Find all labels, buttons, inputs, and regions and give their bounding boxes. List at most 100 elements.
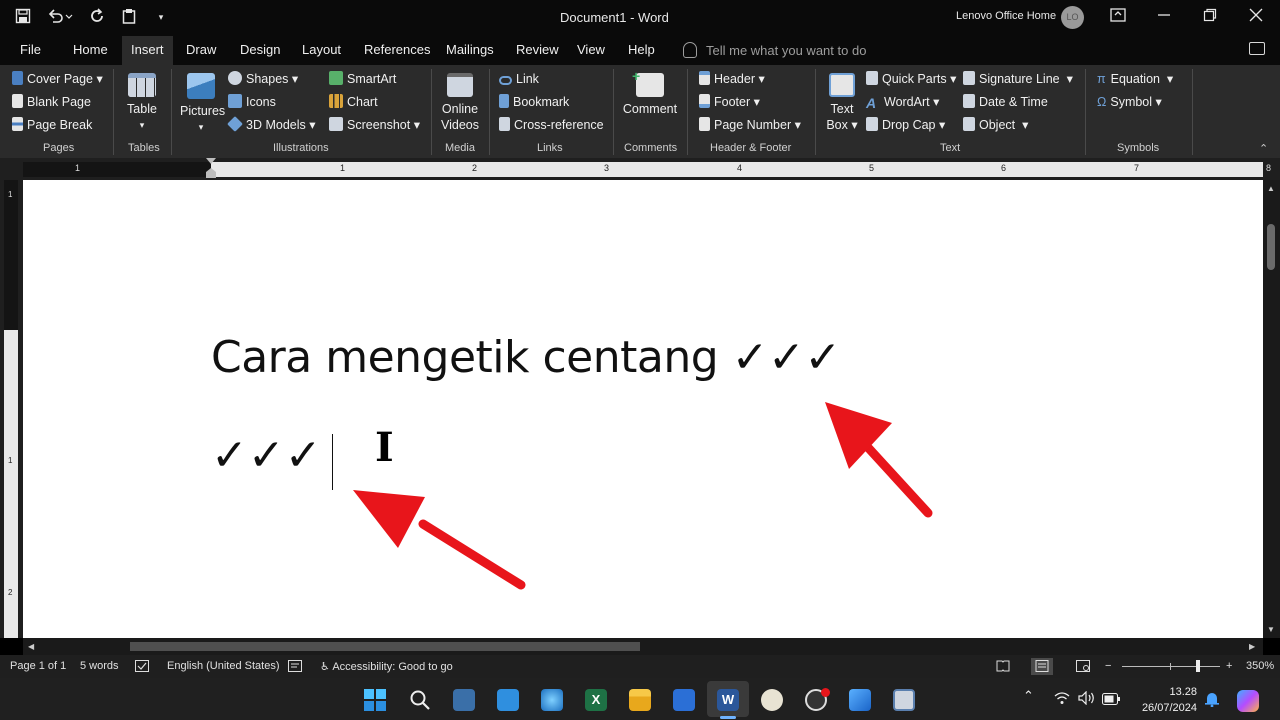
- customize-qat-icon[interactable]: ▾: [152, 8, 170, 26]
- tab-layout[interactable]: Layout: [293, 36, 350, 65]
- photos-icon[interactable]: [849, 689, 871, 711]
- link-button[interactable]: Link: [499, 71, 539, 87]
- equation-button[interactable]: π Equation ▾: [1097, 71, 1173, 87]
- tab-insert[interactable]: Insert: [122, 36, 173, 65]
- ribbon-display-icon[interactable]: [1108, 8, 1128, 26]
- icons-button[interactable]: Icons: [228, 94, 276, 110]
- bookmark-button[interactable]: Bookmark: [499, 94, 569, 110]
- scroll-up-icon[interactable]: ▲: [1267, 184, 1275, 193]
- horizontal-ruler: 1 1 2 3 4 5 6 7 8: [0, 158, 1280, 180]
- active-app-indicator: [720, 716, 736, 719]
- wordart-button[interactable]: A WordArt ▾: [866, 94, 939, 110]
- start-icon[interactable]: [364, 689, 386, 711]
- account-name[interactable]: Lenovo Office Home: [956, 10, 1056, 22]
- vertical-scrollbar[interactable]: ▲ ▼: [1263, 180, 1280, 638]
- zoom-out-icon[interactable]: −: [1105, 660, 1111, 672]
- text-box-button[interactable]: Text Box ▾: [824, 73, 860, 133]
- accessibility-status[interactable]: ♿︎ Accessibility: Good to go: [320, 660, 453, 673]
- signature-line-button[interactable]: Signature Line ▾: [963, 71, 1073, 87]
- horizontal-scroll-thumb[interactable]: [130, 642, 640, 651]
- search-icon[interactable]: [409, 689, 431, 711]
- page-number-button[interactable]: Page Number ▾: [699, 117, 801, 133]
- page-count[interactable]: Page 1 of 1: [10, 660, 66, 672]
- wifi-icon[interactable]: [1054, 691, 1070, 710]
- collapse-ribbon-icon[interactable]: ⌃: [1259, 142, 1268, 155]
- language-status[interactable]: English (United States): [167, 660, 280, 672]
- shapes-button[interactable]: Shapes ▾: [228, 71, 298, 87]
- restore-icon[interactable]: [1200, 8, 1220, 26]
- scroll-right-icon[interactable]: ▶: [1249, 642, 1255, 651]
- comment-button[interactable]: + Comment: [620, 68, 680, 117]
- clock-app-icon[interactable]: [761, 689, 783, 711]
- cross-reference-button[interactable]: Cross-reference: [499, 117, 604, 133]
- tab-file[interactable]: File: [11, 36, 50, 65]
- copilot-icon[interactable]: [1237, 690, 1259, 712]
- scroll-down-icon[interactable]: ▼: [1267, 625, 1275, 634]
- tab-review[interactable]: Review: [507, 36, 568, 65]
- zoom-slider-thumb[interactable]: [1196, 660, 1200, 672]
- zoom-in-icon[interactable]: +: [1226, 660, 1232, 672]
- table-button[interactable]: Table ▾: [124, 73, 160, 133]
- date-time-button[interactable]: Date & Time: [963, 94, 1048, 110]
- blank-page-button[interactable]: Blank Page: [12, 94, 91, 110]
- battery-icon[interactable]: [1102, 692, 1120, 710]
- page-break-button[interactable]: Page Break: [12, 117, 92, 133]
- zoom-level[interactable]: 350%: [1246, 660, 1274, 672]
- notification-bell-icon[interactable]: [1205, 691, 1219, 712]
- document-page[interactable]: Cara mengetik centang ✓✓✓ ✓✓✓ I: [23, 180, 1263, 638]
- tab-help[interactable]: Help: [619, 36, 664, 65]
- symbol-button[interactable]: Ω Symbol ▾: [1097, 94, 1162, 110]
- web-layout-icon[interactable]: [1076, 660, 1090, 675]
- scroll-left-icon[interactable]: ◀: [28, 642, 34, 651]
- object-button[interactable]: Object ▾: [963, 117, 1028, 133]
- tell-me-search[interactable]: Tell me what you want to do: [683, 42, 866, 58]
- excel-icon[interactable]: X: [585, 689, 607, 711]
- horizontal-scrollbar[interactable]: ◀ ▶: [23, 638, 1263, 655]
- vertical-scroll-thumb[interactable]: [1267, 224, 1275, 270]
- cover-page-button[interactable]: Cover Page ▾: [12, 71, 103, 87]
- tab-references[interactable]: References: [355, 36, 439, 65]
- undo-icon[interactable]: [46, 8, 74, 26]
- tab-home[interactable]: Home: [64, 36, 117, 65]
- image-viewer-icon[interactable]: [893, 689, 915, 711]
- quick-parts-button[interactable]: Quick Parts ▾: [866, 71, 956, 87]
- comments-icon[interactable]: [1249, 42, 1265, 55]
- widgets-icon[interactable]: [497, 689, 519, 711]
- proofing-icon[interactable]: [135, 660, 149, 675]
- save-icon[interactable]: [14, 8, 32, 26]
- indent-marker[interactable]: [205, 158, 217, 180]
- read-mode-icon[interactable]: [996, 660, 1010, 675]
- smartart-button[interactable]: SmartArt: [329, 71, 396, 87]
- volume-icon[interactable]: [1078, 690, 1096, 710]
- redo-icon[interactable]: [88, 8, 106, 26]
- header-button[interactable]: Header ▾: [699, 71, 765, 87]
- minimize-icon[interactable]: [1154, 8, 1174, 26]
- clock-time[interactable]: 13.28: [1130, 686, 1197, 698]
- print-layout-icon[interactable]: [1031, 658, 1053, 675]
- 3d-models-button[interactable]: 3D Models ▾: [227, 116, 316, 133]
- file-explorer-icon[interactable]: [629, 689, 651, 711]
- omega-icon: Ω: [1097, 95, 1107, 109]
- tab-view[interactable]: View: [568, 36, 614, 65]
- screenshot-button[interactable]: Screenshot ▾: [329, 117, 420, 133]
- system-tray-chevron-icon[interactable]: ⌃: [1023, 688, 1034, 704]
- avatar[interactable]: LO: [1061, 6, 1084, 29]
- task-view-icon[interactable]: [453, 689, 475, 711]
- pictures-button[interactable]: Pictures ▾: [180, 73, 225, 135]
- tab-draw[interactable]: Draw: [177, 36, 225, 65]
- close-icon[interactable]: [1246, 8, 1266, 26]
- chart-button[interactable]: Chart: [329, 94, 378, 110]
- clock-date[interactable]: 26/07/2024: [1130, 702, 1197, 714]
- clipboard-icon[interactable]: [120, 8, 138, 26]
- text-predictions-icon[interactable]: [288, 660, 302, 675]
- online-videos-button[interactable]: Online Videos: [440, 73, 480, 133]
- store-icon[interactable]: [673, 689, 695, 711]
- word-count[interactable]: 5 words: [80, 660, 119, 672]
- tab-mailings[interactable]: Mailings: [437, 36, 503, 65]
- word-icon[interactable]: W: [717, 689, 739, 711]
- footer-button[interactable]: Footer ▾: [699, 94, 760, 110]
- drop-cap-button[interactable]: Drop Cap ▾: [866, 117, 945, 133]
- tab-design[interactable]: Design: [231, 36, 289, 65]
- zoom-slider[interactable]: [1122, 660, 1220, 672]
- edge-icon[interactable]: [541, 689, 563, 711]
